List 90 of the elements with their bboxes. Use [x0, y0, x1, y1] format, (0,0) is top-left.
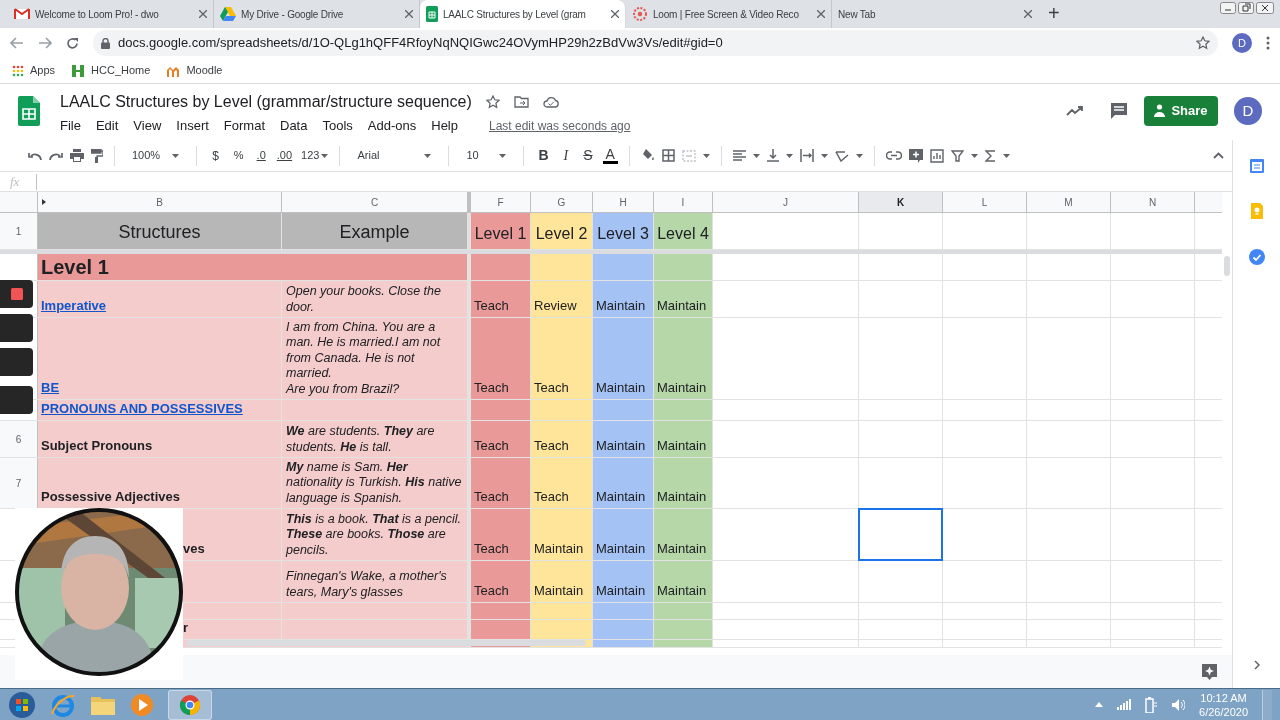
table-cell: Teach — [471, 458, 531, 508]
table-cell: My name is Sam. Her nationality is Turkish. His native language is Spanish. — [282, 458, 471, 508]
table-cell: Level 3 — [593, 213, 654, 249]
structure-name: ves — [182, 539, 205, 558]
increase-decimal-button[interactable]: .00 — [274, 147, 295, 164]
bold-button[interactable]: B — [535, 145, 552, 166]
bookmark-link[interactable]: Moodle — [166, 62, 223, 79]
structure-link[interactable]: BE — [41, 377, 60, 397]
strikethrough-button[interactable]: S — [580, 145, 596, 166]
table-cell: Teach — [471, 421, 531, 457]
percent-format-button[interactable]: % — [229, 147, 248, 164]
table-cell: Maintain — [593, 509, 654, 560]
font-dropdown[interactable]: Arial — [351, 147, 438, 164]
menu-item[interactable]: Add-ons — [367, 116, 417, 136]
menu-item[interactable]: Data — [280, 116, 308, 136]
table-cell: Open your books. Close the door. — [282, 281, 471, 317]
table-cell: Level 2 — [531, 213, 593, 249]
zoom-dropdown[interactable]: 100% — [126, 147, 186, 164]
table-cell: Level 4 — [654, 213, 713, 249]
column-header[interactable]: H — [593, 192, 654, 212]
table-cell: Finnegan's Wake, a mother's tears, Mary's glasses — [282, 561, 471, 602]
italic-button[interactable]: I — [558, 145, 574, 166]
table-cell: Maintain — [593, 318, 654, 399]
table-cell: Maintain — [654, 458, 713, 508]
table-cell: Maintain — [654, 281, 713, 317]
table-cell: Maintain — [654, 421, 713, 457]
table-cell: Level 1 — [471, 213, 531, 249]
table-cell: I am from China. You are a man. He is married.I am not from Canada. He is not married. Are you from Brazil? — [282, 318, 471, 399]
table-cell: Maintain — [531, 561, 593, 602]
table-cell: Teach — [471, 281, 531, 317]
table-cell: Structures — [38, 213, 282, 249]
table-cell: Review — [531, 281, 593, 317]
address-field[interactable]: docs.google.com/spreadsheets/d/1O-QLg1hQFF4RfoyNqNQIGwc24OVymHP29h2zBdVw3Vs/edit#gid=0 — [93, 30, 1218, 56]
menu-item[interactable]: Insert — [176, 116, 209, 136]
text-color-button[interactable]: A — [602, 147, 618, 164]
share-button[interactable]: Share — [1144, 96, 1218, 126]
menu-item[interactable]: View — [133, 116, 162, 136]
profile-avatar[interactable]: D — [1232, 33, 1252, 53]
menu-item[interactable]: Format — [223, 116, 265, 136]
formula-label: fx — [9, 172, 21, 191]
browser-tab[interactable]: New Tab — [832, 0, 1038, 28]
row-header[interactable]: 6 — [0, 421, 38, 457]
column-header[interactable]: N — [1111, 192, 1195, 212]
currency-format-button[interactable]: $ — [208, 146, 223, 165]
table-cell: Example — [282, 213, 471, 249]
structure-link[interactable]: PRONOUNS AND POSSESSIVES — [41, 398, 243, 418]
table-cell: Maintain — [654, 318, 713, 399]
table-cell: Teach — [471, 509, 531, 560]
menu-item[interactable]: Help — [431, 116, 458, 136]
table-cell: Maintain — [654, 509, 713, 560]
table-cell: Maintain — [593, 421, 654, 457]
bookmark-link[interactable]: HCC_Home — [71, 62, 151, 79]
decrease-decimal-button[interactable]: .0 — [254, 147, 268, 164]
new-tab-button[interactable]: + — [1048, 3, 1060, 23]
table-cell: Maintain — [593, 561, 654, 602]
column-header[interactable]: L — [943, 192, 1027, 212]
table-cell: Maintain — [531, 509, 593, 560]
table-cell: Maintain — [593, 281, 654, 317]
table-cell: This is a book. That is a pencil. These are books. Those are pencils. — [282, 509, 471, 560]
browser-tab[interactable]: LAALC Structures by Level (gram — [420, 0, 626, 28]
last-edit-link[interactable]: Last edit was seconds ago — [489, 116, 631, 135]
document-title[interactable]: LAALC Structures by Level (grammar/structure sequence) — [60, 92, 472, 112]
column-header[interactable]: B — [38, 192, 282, 212]
table-cell: Maintain — [593, 458, 654, 508]
column-header[interactable]: I — [654, 192, 713, 212]
table-cell: Teach — [471, 318, 531, 399]
table-cell: Teach — [531, 421, 593, 457]
table-cell: Maintain — [654, 561, 713, 602]
row-header[interactable]: 1 — [0, 213, 38, 249]
column-header[interactable]: K — [859, 192, 943, 212]
table-cell: We are students. They are students. He is tall. — [282, 421, 471, 457]
table-cell: Teach — [531, 458, 593, 508]
table-cell: Teach — [471, 561, 531, 602]
table-cell: Teach — [531, 318, 593, 399]
column-header[interactable]: F — [471, 192, 531, 212]
bookmark-link[interactable]: Apps — [12, 62, 56, 79]
account-avatar[interactable]: D — [1234, 97, 1262, 125]
structure-name: r — [182, 618, 189, 637]
menu-item[interactable]: Tools — [322, 116, 353, 136]
column-header[interactable]: G — [531, 192, 593, 212]
structure-link[interactable]: Imperative — [41, 295, 107, 315]
structure-name: Possessive Adjectives — [41, 487, 180, 506]
structure-name: Subject Pronouns — [41, 436, 153, 455]
row-header[interactable]: 7 — [0, 458, 38, 508]
column-header[interactable]: M — [1027, 192, 1111, 212]
menu-item[interactable]: File — [60, 116, 81, 136]
number-format-dropdown[interactable]: 123 — [301, 147, 329, 164]
table-cell: Level 1 — [38, 254, 282, 280]
menu-item[interactable]: Edit — [95, 116, 119, 136]
font-size-dropdown[interactable]: 10 — [460, 147, 513, 164]
